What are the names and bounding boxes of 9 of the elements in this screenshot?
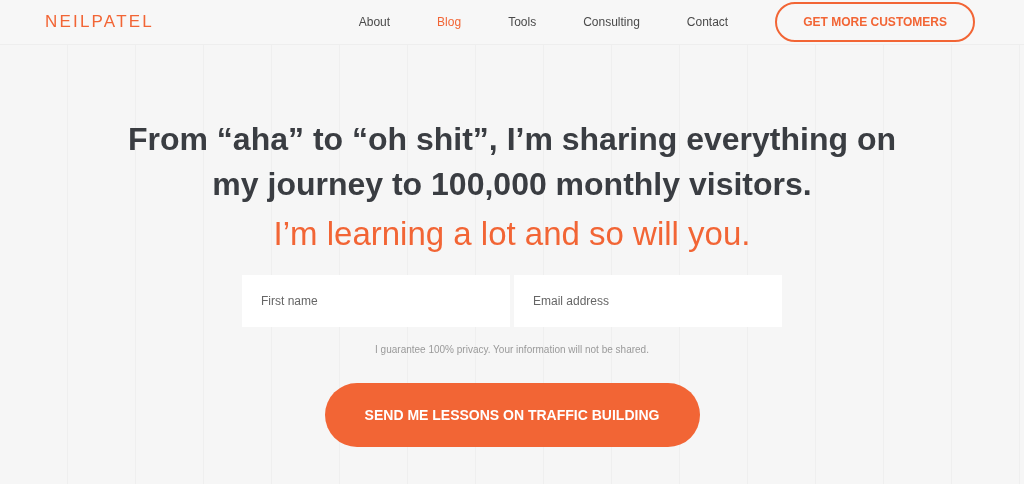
privacy-note: I guarantee 100% privacy. Your information will not be shared.: [375, 344, 649, 355]
input-field[interactable]: First name: [242, 275, 510, 327]
nav-link[interactable]: Contact: [686, 15, 729, 29]
headline: From “aha” to “oh shit”, I’m sharing everything on my journey to 100,000 monthly visitors.: [126, 120, 898, 204]
nav-link[interactable]: About: [358, 15, 391, 29]
input-field[interactable]: Email address: [514, 275, 782, 327]
nav-link[interactable]: Tools: [508, 15, 537, 29]
nav-link[interactable]: Consulting: [583, 15, 640, 29]
subheadline: I’m learning a lot and so will you.: [273, 215, 751, 253]
